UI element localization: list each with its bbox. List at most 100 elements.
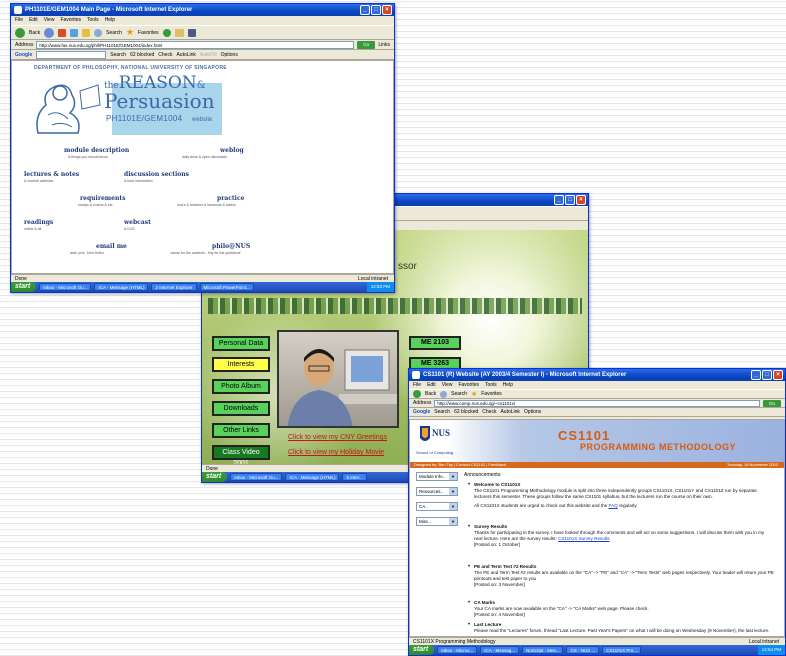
spell-check-button[interactable]: Check bbox=[158, 52, 172, 58]
module-description-link[interactable]: module description bbox=[64, 147, 129, 154]
back-icon[interactable] bbox=[15, 27, 25, 38]
autofill-button[interactable]: AutoFill bbox=[200, 52, 217, 58]
taskbar-tab[interactable]: Inbox - Microsoft Ou... bbox=[39, 283, 92, 291]
menu-file[interactable]: File bbox=[413, 381, 421, 389]
nav-other-links[interactable]: Other Links bbox=[212, 423, 270, 438]
close-button[interactable]: × bbox=[773, 370, 783, 380]
philo-nus-link[interactable]: philo@NUS bbox=[212, 243, 250, 250]
links-label[interactable]: Links bbox=[378, 42, 390, 48]
resources-select[interactable]: Resources.. ▼ bbox=[416, 487, 458, 496]
menu-favorites[interactable]: Favorites bbox=[60, 16, 81, 25]
maximize-button[interactable]: □ bbox=[565, 195, 575, 205]
taskbar-tab[interactable]: CS - NUS ... bbox=[566, 646, 600, 654]
autolink-button[interactable]: AutoLink bbox=[176, 52, 195, 58]
start-button[interactable]: start bbox=[409, 645, 435, 655]
search-icon[interactable] bbox=[94, 28, 103, 37]
taskbar-tab[interactable]: ICA - Message (HTML) bbox=[285, 473, 340, 481]
stop-icon[interactable] bbox=[58, 28, 67, 37]
start-button[interactable]: start bbox=[202, 472, 228, 482]
minimize-button[interactable]: _ bbox=[554, 195, 564, 205]
browser-window-cs1101[interactable]: CS1101 (R) Website (AY 2003/4 Semester I… bbox=[408, 368, 786, 656]
webcast-link[interactable]: webcast bbox=[124, 219, 151, 226]
popup-blocked-label[interactable]: 62 blocked bbox=[454, 409, 478, 415]
taskbar-tab[interactable]: 2 Internet Explorer bbox=[151, 283, 197, 291]
favorites-icon[interactable]: ★ bbox=[471, 390, 477, 398]
discussion-sections-link[interactable]: discussion sections bbox=[124, 171, 189, 178]
ca-select[interactable]: CA.. ▼ bbox=[416, 502, 458, 511]
module-me2103-button[interactable]: ME 2103 bbox=[409, 336, 461, 350]
close-button[interactable]: × bbox=[382, 5, 392, 15]
taskbar-tab[interactable]: 6 Inter... bbox=[342, 473, 367, 481]
nav-personal-data[interactable]: Personal Data bbox=[212, 336, 270, 351]
nav-photo-album[interactable]: Photo Album bbox=[212, 379, 270, 394]
taskbar-tab[interactable]: Microsoft PowerPoint... bbox=[199, 283, 254, 291]
taskbar-tab[interactable]: Inbox - Micros... bbox=[437, 646, 478, 654]
forward-icon[interactable] bbox=[44, 27, 55, 38]
misc-select[interactable]: Misc.. ▼ bbox=[416, 517, 458, 526]
back-icon[interactable] bbox=[413, 390, 421, 398]
requirements-link[interactable]: requirements bbox=[80, 195, 125, 202]
taskbar-tab[interactable]: Inbox - Microsoft Ou... bbox=[230, 473, 283, 481]
cny-greetings-link[interactable]: Click to view my CNY Greetings bbox=[288, 434, 387, 441]
minimize-button[interactable]: _ bbox=[360, 5, 370, 15]
menu-edit[interactable]: Edit bbox=[29, 16, 38, 25]
search-label[interactable]: Search bbox=[106, 30, 122, 36]
refresh-icon[interactable] bbox=[70, 28, 79, 37]
taskbar-tab[interactable]: NoScript - Mes... bbox=[521, 646, 564, 654]
autolink-button[interactable]: AutoLink bbox=[500, 409, 519, 415]
options-button[interactable]: Options bbox=[524, 409, 541, 415]
title-bar[interactable]: PH1101E/GEM1004 Main Page - Microsoft In… bbox=[11, 4, 394, 16]
menu-tools[interactable]: Tools bbox=[485, 381, 497, 389]
nav-class-video[interactable]: Class Video 2001 bbox=[212, 445, 270, 464]
survey-results-link[interactable]: CS1101X Survey Results bbox=[558, 536, 610, 541]
favorites-icon[interactable]: ★ bbox=[126, 27, 134, 38]
options-button[interactable]: Options bbox=[221, 52, 238, 58]
spell-check-button[interactable]: Check bbox=[482, 409, 496, 415]
google-search-button[interactable]: Search bbox=[110, 52, 126, 58]
maximize-button[interactable]: □ bbox=[371, 5, 381, 15]
menu-help[interactable]: Help bbox=[105, 16, 115, 25]
search-icon[interactable] bbox=[440, 390, 448, 398]
module-info-select[interactable]: Module Info.. ▼ bbox=[416, 472, 458, 481]
taskbar-tab[interactable]: CS1101X Pro... bbox=[602, 646, 642, 654]
favorites-label[interactable]: Favorites bbox=[481, 391, 502, 397]
media-icon[interactable] bbox=[162, 28, 171, 37]
favorites-label[interactable]: Favorites bbox=[138, 30, 159, 36]
mail-icon[interactable] bbox=[174, 28, 184, 37]
address-field[interactable]: http://www.fas.nus.edu.sg/phil/PH1101E/G… bbox=[36, 40, 355, 49]
back-label[interactable]: Back bbox=[29, 30, 40, 36]
lectures-notes-link[interactable]: lectures & notes bbox=[24, 171, 79, 178]
go-button[interactable]: Go bbox=[357, 40, 376, 49]
start-button[interactable]: start bbox=[11, 282, 37, 292]
nav-downloads[interactable]: Downloads bbox=[212, 401, 270, 416]
holiday-movie-link[interactable]: Click to view my Holiday Movie bbox=[288, 449, 384, 456]
search-label[interactable]: Search bbox=[451, 391, 467, 397]
menu-edit[interactable]: Edit bbox=[427, 381, 436, 389]
menu-favorites[interactable]: Favorites bbox=[458, 381, 479, 389]
print-icon[interactable] bbox=[187, 28, 196, 37]
popup-blocked-label[interactable]: 62 blocked bbox=[130, 52, 154, 58]
google-search-button[interactable]: Search bbox=[434, 409, 450, 415]
address-field[interactable]: http://www.comp.nus.edu.sg/~cs1101x/ bbox=[434, 399, 760, 407]
faq-link[interactable]: FAQ bbox=[609, 503, 618, 508]
google-search-input[interactable] bbox=[36, 50, 107, 59]
maximize-button[interactable]: □ bbox=[762, 370, 772, 380]
nav-interests[interactable]: Interests bbox=[212, 357, 270, 372]
close-button[interactable]: × bbox=[576, 195, 586, 205]
designer-credit[interactable]: Designed by: Ben Tay | Contact CS1101 | … bbox=[414, 462, 506, 467]
browser-window-philosophy[interactable]: PH1101E/GEM1004 Main Page - Microsoft In… bbox=[10, 3, 395, 293]
menu-tools[interactable]: Tools bbox=[87, 16, 99, 25]
menu-file[interactable]: File bbox=[15, 16, 23, 25]
weblog-link[interactable]: weblog bbox=[220, 147, 244, 154]
go-button[interactable]: Go bbox=[763, 399, 781, 407]
title-bar[interactable]: CS1101 (R) Website (AY 2003/4 Semester I… bbox=[409, 369, 785, 381]
back-label[interactable]: Back bbox=[425, 391, 436, 397]
email-me-link[interactable]: email me bbox=[96, 243, 127, 250]
home-icon[interactable] bbox=[82, 28, 91, 37]
taskbar-tab[interactable]: ICA - Messag... bbox=[480, 646, 519, 654]
menu-view[interactable]: View bbox=[442, 381, 453, 389]
practice-link[interactable]: practice bbox=[217, 195, 244, 202]
menu-view[interactable]: View bbox=[44, 16, 55, 25]
minimize-button[interactable]: _ bbox=[751, 370, 761, 380]
menu-help[interactable]: Help bbox=[503, 381, 513, 389]
